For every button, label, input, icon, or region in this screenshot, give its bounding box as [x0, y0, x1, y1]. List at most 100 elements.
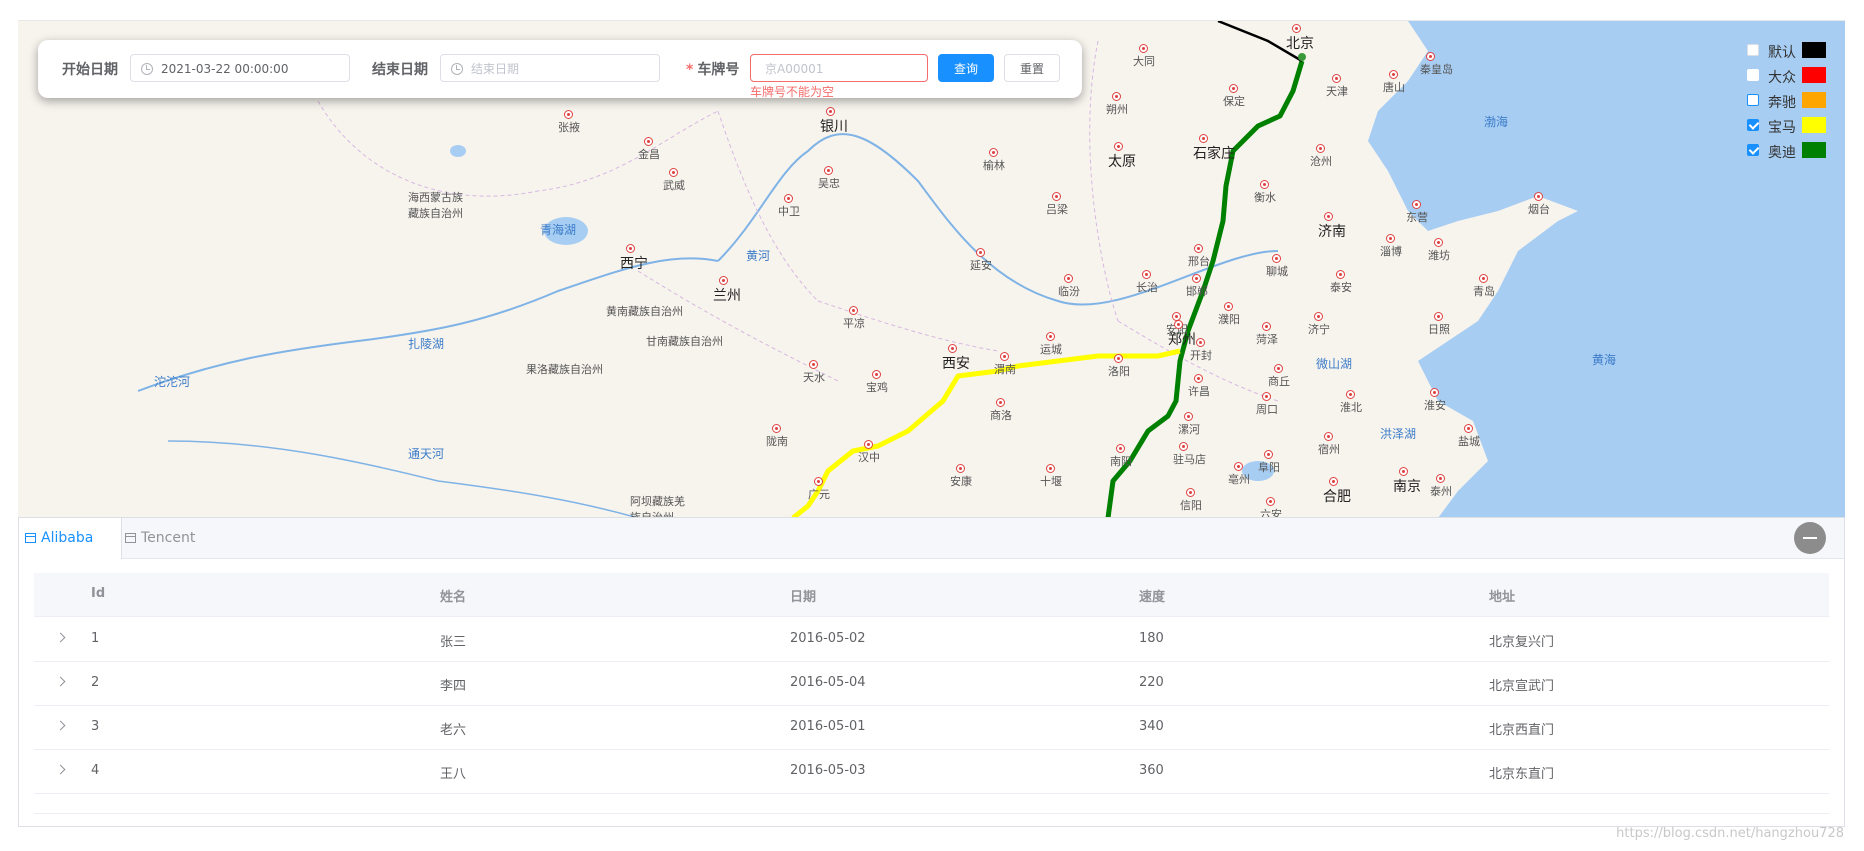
cell-date: 2016-05-02 — [790, 631, 866, 646]
city-marker-icon — [1052, 192, 1061, 201]
cell-address: 北京复兴门 — [1489, 635, 1555, 650]
legend-swatch — [1802, 42, 1826, 58]
map-city-label: 西安 — [942, 356, 970, 372]
table-row[interactable]: 1 张三 2016-05-02 180 北京复兴门 — [34, 617, 1829, 662]
legend-label: 奥迪 — [1768, 145, 1796, 161]
map-city-label: 衡水 — [1254, 191, 1276, 204]
map-city-label: 潍坊 — [1428, 249, 1450, 262]
legend-item-bmw[interactable]: 宝马 — [1742, 115, 1844, 140]
map-city-label: 淮北 — [1340, 401, 1362, 414]
column-header-id[interactable]: Id — [91, 586, 105, 601]
legend-checkbox[interactable] — [1747, 119, 1759, 131]
reset-button[interactable]: 重置 — [1004, 54, 1060, 82]
expand-icon[interactable] — [55, 764, 66, 775]
city-marker-icon — [1262, 392, 1271, 401]
map-city-label: 太原 — [1108, 154, 1136, 170]
plate-label-text: 车牌号 — [697, 62, 740, 78]
expand-icon[interactable] — [55, 632, 66, 643]
map-water-label: 洪泽湖 — [1380, 427, 1417, 441]
city-marker-icon — [1272, 254, 1281, 263]
city-marker-icon — [1430, 388, 1439, 397]
map-city-label: 淄博 — [1380, 245, 1402, 258]
tab-tencent[interactable]: Tencent — [119, 518, 231, 558]
map-city-label: 泰安 — [1330, 281, 1352, 294]
legend-checkbox[interactable] — [1747, 144, 1759, 156]
expand-icon[interactable] — [55, 676, 66, 687]
city-marker-icon — [669, 168, 678, 177]
map-city-label: 兰州 — [713, 288, 741, 304]
city-marker-icon — [1184, 412, 1193, 421]
legend-checkbox[interactable] — [1747, 94, 1759, 106]
legend-checkbox[interactable] — [1747, 69, 1759, 81]
city-marker-icon — [1114, 142, 1123, 151]
map-city-label: 宿州 — [1318, 443, 1340, 456]
query-button[interactable]: 查询 — [938, 54, 994, 82]
city-marker-icon — [826, 107, 835, 116]
city-marker-icon — [1324, 432, 1333, 441]
cell-address: 北京东直门 — [1489, 767, 1555, 782]
map-city-label: 洛阳 — [1108, 365, 1130, 378]
map-water-label: 微山湖 — [1316, 357, 1353, 371]
plate-input[interactable]: 京A00001 — [750, 54, 928, 82]
tab-label: Tencent — [141, 530, 196, 546]
column-header-address[interactable]: 地址 — [1489, 586, 1515, 605]
map-region-label: 阿坝藏族羌族自治州 — [630, 495, 685, 518]
map-water-label: 黄河 — [746, 249, 771, 263]
legend-swatch — [1802, 117, 1826, 133]
map-city-label: 石家庄 — [1193, 146, 1235, 162]
city-marker-icon — [1194, 244, 1203, 253]
map-city-label: 陇南 — [766, 435, 788, 448]
legend-swatch — [1802, 142, 1826, 158]
legend-item-benz[interactable]: 奔驰 — [1742, 90, 1844, 115]
cell-id: 1 — [91, 631, 100, 646]
map-city-label: 日照 — [1428, 323, 1450, 336]
calendar-icon — [25, 533, 36, 543]
map-city-label: 十堰 — [1040, 475, 1062, 488]
city-marker-icon — [1192, 274, 1201, 283]
map-city-label: 许昌 — [1188, 385, 1210, 398]
map-city-label: 渭南 — [994, 363, 1016, 376]
expand-icon[interactable] — [55, 720, 66, 731]
cell-date: 2016-05-04 — [790, 675, 866, 690]
city-marker-icon — [824, 166, 833, 175]
map-city-label: 邯郸 — [1186, 285, 1208, 298]
map-city-label: 长治 — [1136, 281, 1158, 294]
map-city-label: 烟台 — [1528, 203, 1550, 216]
plate-label: * 车牌号 — [686, 59, 739, 79]
column-header-name[interactable]: 姓名 — [440, 586, 466, 605]
table-row[interactable]: 3 老六 2016-05-01 340 北京西直门 — [34, 705, 1829, 750]
tab-alibaba[interactable]: Alibaba — [19, 518, 122, 559]
table-row[interactable]: 2 李四 2016-05-04 220 北京宣武门 — [34, 661, 1829, 706]
city-marker-icon — [1389, 70, 1398, 79]
map-city-label: 沧州 — [1310, 155, 1332, 168]
map-city-label: 运城 — [1040, 343, 1062, 356]
legend-item-audi[interactable]: 奥迪 — [1742, 140, 1844, 165]
map-city-label: 南京 — [1393, 479, 1421, 495]
start-date-picker[interactable]: 2021-03-22 00:00:00 — [130, 54, 350, 82]
city-marker-icon — [1436, 474, 1445, 483]
legend-item-vw[interactable]: 大众 — [1742, 65, 1844, 90]
table-row[interactable]: 4 王八 2016-05-03 360 北京东直门 — [34, 749, 1829, 794]
cell-id: 3 — [91, 719, 100, 734]
map-city-label: 宝鸡 — [866, 381, 888, 394]
map-city-label: 东营 — [1406, 211, 1428, 224]
city-marker-icon — [784, 194, 793, 203]
city-marker-icon — [956, 464, 965, 473]
city-marker-icon — [1426, 52, 1435, 61]
city-marker-icon — [1434, 312, 1443, 321]
legend-label: 默认 — [1768, 45, 1796, 61]
map-city-label: 天水 — [803, 371, 825, 384]
cell-name: 张三 — [440, 635, 467, 650]
cell-name: 王八 — [440, 767, 467, 782]
column-header-date[interactable]: 日期 — [790, 586, 816, 605]
cell-speed: 220 — [1139, 675, 1164, 690]
map-water-label: 扎陵湖 — [408, 337, 445, 351]
end-date-picker[interactable]: 结束日期 — [440, 54, 660, 82]
collapse-button[interactable] — [1794, 522, 1826, 554]
map-city-label: 广元 — [808, 488, 830, 501]
legend-item-default[interactable]: 默认 — [1742, 40, 1844, 65]
column-header-speed[interactable]: 速度 — [1139, 586, 1165, 605]
map-city-label: 青岛 — [1473, 285, 1495, 298]
legend-checkbox[interactable] — [1747, 44, 1759, 56]
city-marker-icon — [772, 424, 781, 433]
